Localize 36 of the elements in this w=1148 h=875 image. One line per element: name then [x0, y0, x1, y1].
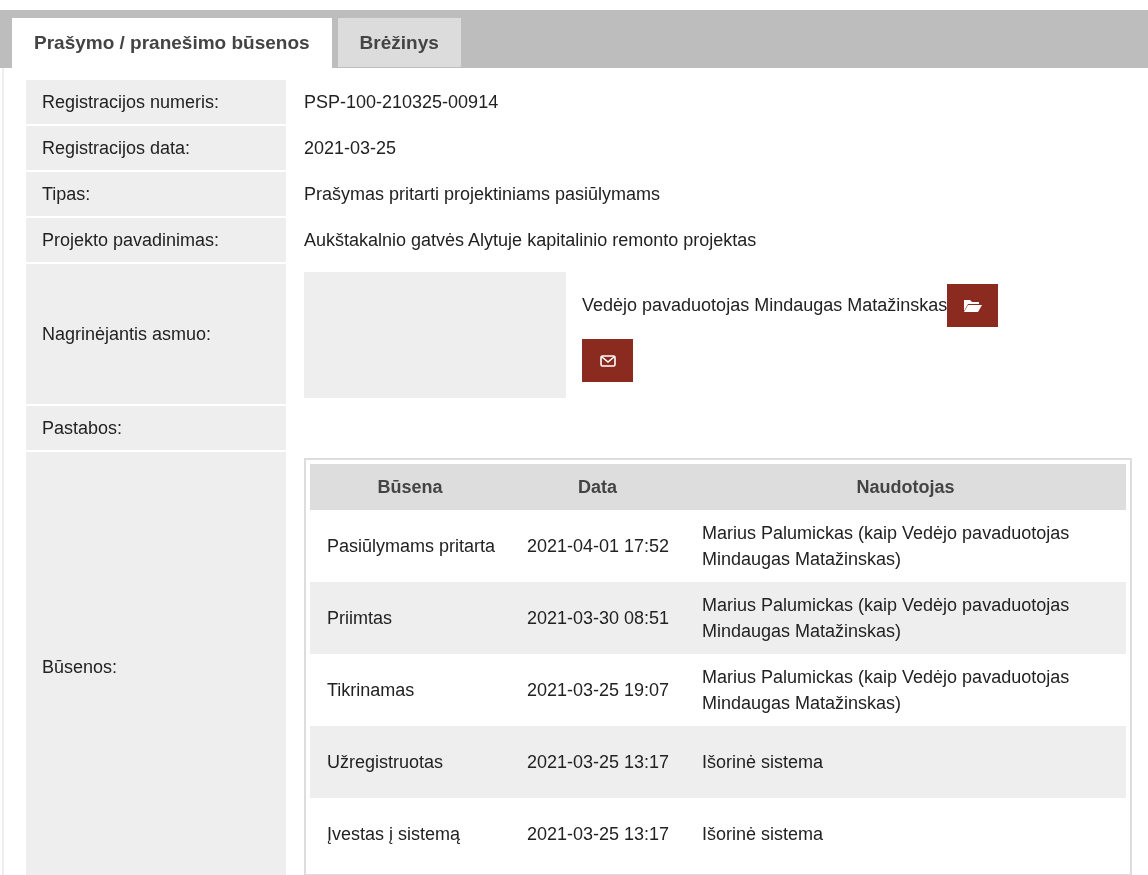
person-name: Vedėjo pavaduotojas Mindaugas Matažinskas: [582, 295, 948, 316]
field-value: Aukštakalnio gatvės Alytuje kapitalinio remonto projektas: [304, 229, 757, 251]
email-button[interactable]: [582, 339, 633, 382]
table-cell: Įvestas į sistemą: [310, 798, 510, 870]
column-header: Naudotojas: [685, 464, 1126, 510]
folder-button[interactable]: [947, 284, 999, 327]
field-value: Prašymas pritarti projektiniams pasiūlymams: [304, 183, 661, 205]
column-header: Data: [510, 464, 685, 510]
field-label: Registracijos data:: [26, 126, 286, 170]
table-cell: 2021-04-01 17:52: [510, 510, 685, 582]
table-cell: Užregistruotas: [310, 726, 510, 798]
table-cell: 2021-03-30 08:51: [510, 582, 685, 654]
field-value: PSP-100-210325-00914: [304, 91, 499, 113]
field-label: Pastabos:: [26, 406, 286, 450]
folder-icon: [962, 298, 983, 313]
table-cell: 2021-03-25 13:17: [510, 798, 685, 870]
field-value: 2021-03-25: [304, 137, 397, 159]
mail-icon: [599, 354, 616, 367]
table-cell: 2021-03-25 19:07: [510, 654, 685, 726]
table-cell: 2021-03-25 13:17: [510, 726, 685, 798]
field-label: Registracijos numeris:: [26, 80, 286, 124]
table-cell: Marius Palumickas (kaip Vedėjo pavaduotojas Mindaugas Matažinskas): [685, 654, 1126, 726]
table-cell: Išorinė sistema: [685, 798, 1126, 870]
table-cell: Tikrinamas: [310, 654, 510, 726]
tab[interactable]: Prašymo / pranešimo būsenos: [12, 18, 332, 68]
table-cell: Pasiūlymams pritarta: [310, 510, 510, 582]
field-label: Nagrinėjantis asmuo:: [26, 264, 286, 404]
tab[interactable]: Brėžinys: [337, 18, 461, 67]
table-cell: Priimtas: [310, 582, 510, 654]
field-label: Būsenos:: [26, 452, 286, 875]
table-cell: Išorinė sistema: [685, 726, 1126, 798]
field-label: Tipas:: [26, 172, 286, 216]
table-cell: Marius Palumickas (kaip Vedėjo pavaduotojas Mindaugas Matažinskas): [685, 582, 1126, 654]
table-cell: Marius Palumickas (kaip Vedėjo pavaduotojas Mindaugas Matažinskas): [685, 510, 1126, 582]
field-label: Projekto pavadinimas:: [26, 218, 286, 262]
column-header: Būsena: [310, 464, 510, 510]
